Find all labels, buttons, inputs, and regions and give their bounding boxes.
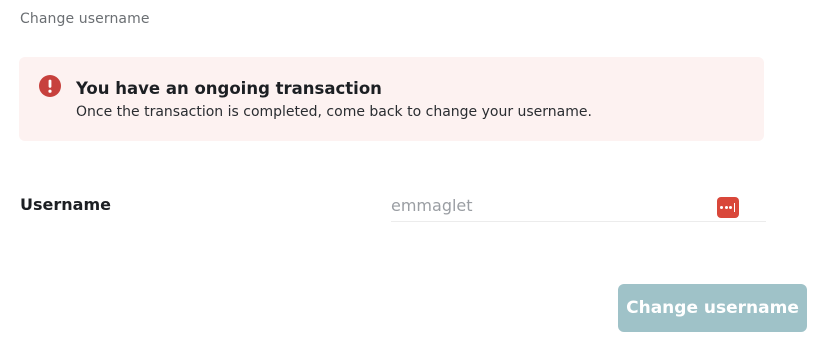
username-input[interactable] — [391, 190, 701, 220]
exclamation-circle-icon — [39, 75, 61, 97]
username-label: Username — [20, 195, 111, 214]
ongoing-transaction-alert: You have an ongoing transaction Once the… — [19, 57, 764, 141]
alert-title: You have an ongoing transaction — [76, 79, 382, 98]
section-title: Change username — [20, 11, 150, 27]
alert-message: Once the transaction is completed, come … — [76, 104, 592, 120]
password-manager-icon[interactable] — [717, 197, 739, 218]
change-username-button[interactable]: Change username — [618, 284, 807, 332]
username-field — [391, 190, 766, 222]
